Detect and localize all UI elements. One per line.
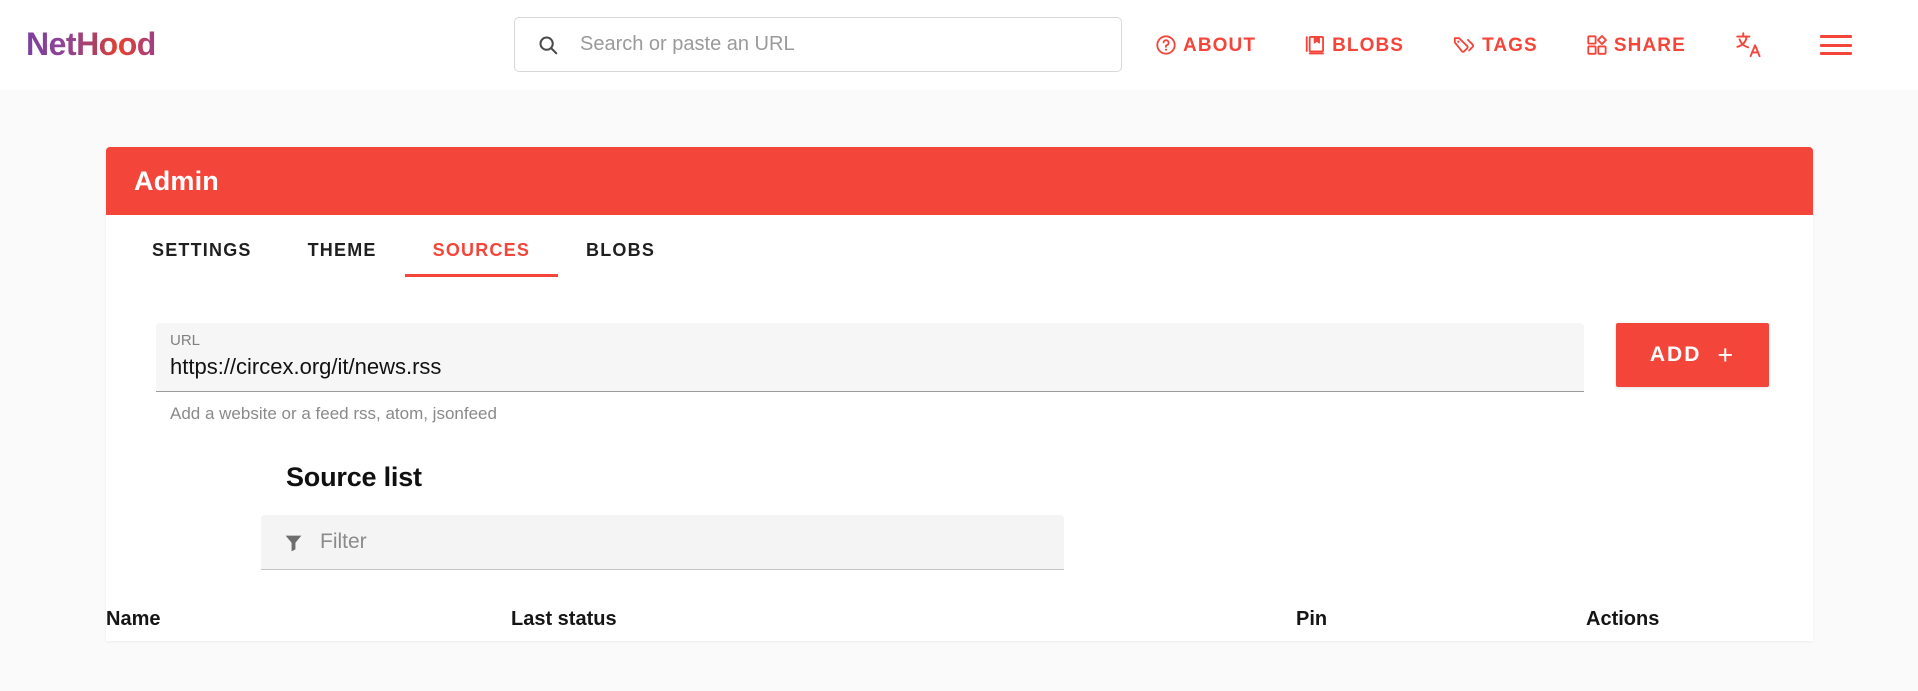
nav-item-blobs[interactable]: BLOBS bbox=[1304, 34, 1404, 56]
admin-card: Admin SETTINGS THEME SOURCES BLOBS URL A… bbox=[106, 147, 1813, 641]
source-table-head: Name Last status Pin Actions bbox=[106, 608, 1813, 641]
tab-blobs[interactable]: BLOBS bbox=[558, 240, 683, 277]
admin-tabs: SETTINGS THEME SOURCES BLOBS bbox=[106, 215, 1813, 277]
page-body: Admin SETTINGS THEME SOURCES BLOBS URL A… bbox=[0, 90, 1918, 691]
funnel-icon bbox=[285, 535, 302, 551]
hamburger-menu-icon[interactable] bbox=[1819, 35, 1852, 55]
blobs-book-icon bbox=[1305, 36, 1325, 55]
page-title: Admin bbox=[134, 165, 219, 196]
tags-icon bbox=[1453, 37, 1475, 53]
add-button-label: ADD bbox=[1649, 343, 1702, 366]
nav-item-share-label: SHARE bbox=[1613, 34, 1686, 56]
hamburger-bar bbox=[1819, 52, 1852, 55]
add-source-form: URL ADD + bbox=[106, 277, 1813, 392]
admin-card-header: Admin bbox=[106, 147, 1813, 215]
nav-links: ABOUT BLOBS TAGS SHARE bbox=[1155, 0, 1852, 90]
tab-theme[interactable]: THEME bbox=[280, 240, 405, 277]
url-field-hint: Add a website or a feed rss, atom, jsonf… bbox=[170, 404, 497, 423]
search-input[interactable] bbox=[578, 32, 1082, 57]
language-switcher-button[interactable] bbox=[1734, 31, 1764, 59]
filter-input[interactable] bbox=[318, 529, 922, 555]
translate-icon bbox=[1736, 32, 1761, 58]
url-field-label: URL bbox=[170, 332, 201, 349]
url-input[interactable] bbox=[170, 351, 1570, 385]
nav-item-tags-label: TAGS bbox=[1482, 34, 1538, 56]
share-grid-icon bbox=[1587, 35, 1607, 55]
hamburger-bar bbox=[1819, 35, 1852, 38]
nav-item-tags[interactable]: TAGS bbox=[1452, 34, 1538, 56]
nav-item-share[interactable]: SHARE bbox=[1586, 34, 1686, 56]
top-navigation-bar: NetHood ABOUT BLOBS bbox=[0, 0, 1918, 90]
question-circle-icon bbox=[1156, 35, 1176, 55]
nav-item-about[interactable]: ABOUT bbox=[1155, 34, 1256, 56]
column-header-status: Last status bbox=[511, 608, 617, 630]
filter-field[interactable] bbox=[261, 515, 1064, 570]
tab-sources[interactable]: SOURCES bbox=[404, 240, 559, 277]
nav-item-about-label: ABOUT bbox=[1183, 34, 1257, 56]
column-header-pin: Pin bbox=[1296, 608, 1328, 630]
source-list-table: Name Last status Pin Actions bbox=[106, 608, 1813, 641]
table-header-row: Name Last status Pin Actions bbox=[106, 608, 1813, 641]
search-icon bbox=[539, 35, 558, 54]
add-source-button[interactable]: ADD + bbox=[1616, 323, 1769, 387]
column-header-actions: Actions bbox=[1586, 608, 1660, 630]
search-box[interactable] bbox=[514, 17, 1122, 72]
tab-settings[interactable]: SETTINGS bbox=[124, 240, 280, 277]
url-field[interactable]: URL bbox=[156, 323, 1584, 392]
brand-logo[interactable]: NetHood bbox=[26, 26, 156, 63]
nav-item-blobs-label: BLOBS bbox=[1332, 34, 1405, 56]
hamburger-bar bbox=[1819, 43, 1852, 47]
column-header-name: Name bbox=[106, 608, 161, 630]
source-list-heading: Source list bbox=[286, 462, 422, 492]
plus-icon: + bbox=[1717, 339, 1736, 370]
